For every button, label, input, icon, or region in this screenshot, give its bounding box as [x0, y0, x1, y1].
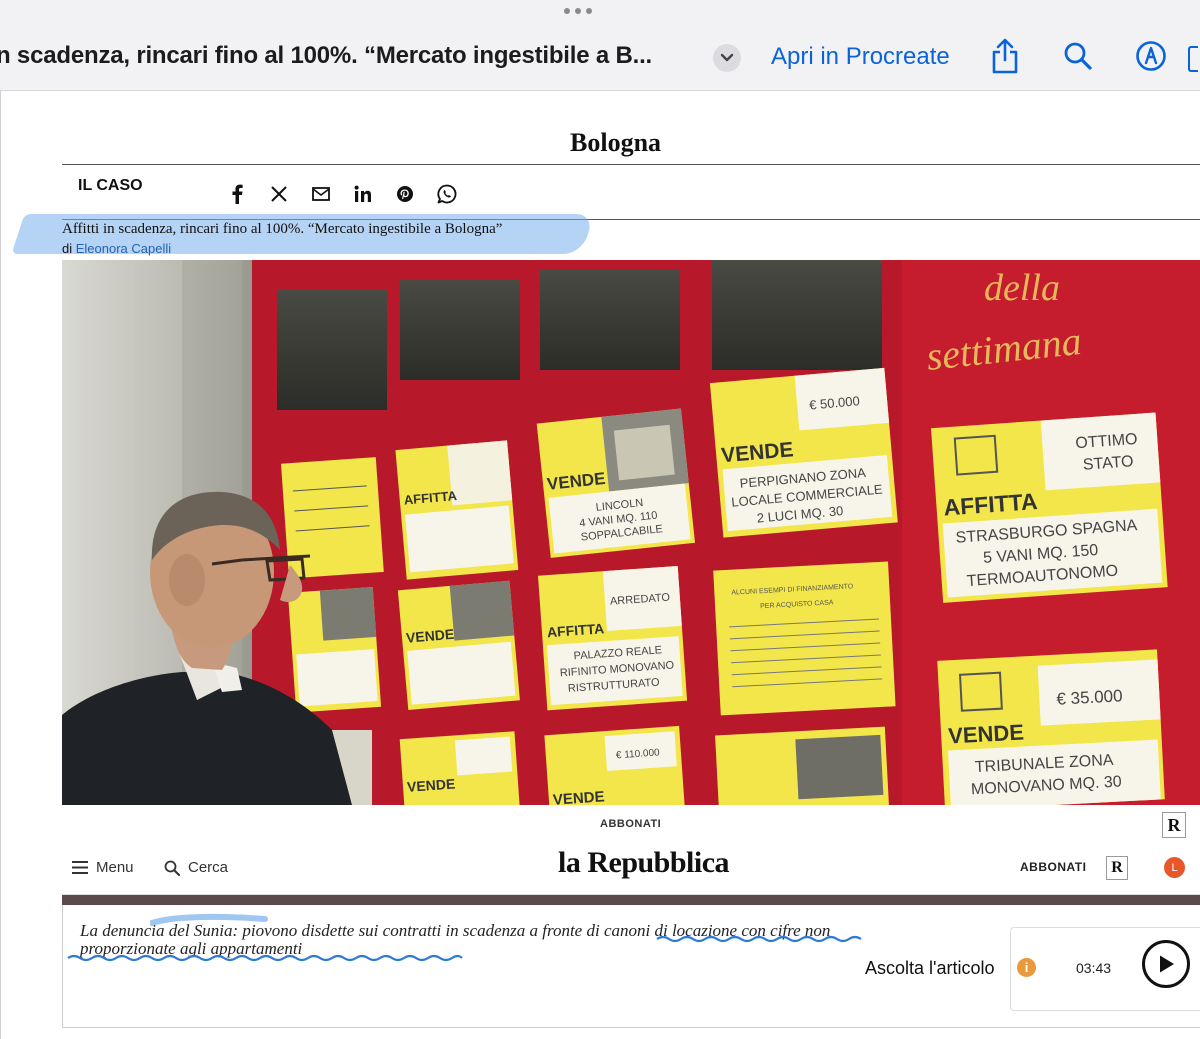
photo-strip	[62, 895, 1200, 905]
sign-text: € 35.000	[1056, 686, 1123, 708]
hamburger-icon	[72, 861, 88, 874]
play-icon	[1160, 955, 1174, 973]
search-button[interactable]: Cerca	[164, 859, 228, 876]
article-headline[interactable]: Affitti in scadenza, rincari fino al 100…	[62, 221, 502, 238]
menu-label: Menu	[96, 859, 134, 876]
share-icon[interactable]	[987, 38, 1023, 74]
app-toolbar: n scadenza, rincari fino al 100%. “Merca…	[0, 0, 1200, 91]
pinterest-icon[interactable]	[394, 183, 416, 205]
whatsapp-icon[interactable]	[436, 183, 458, 205]
more-icon[interactable]	[1188, 46, 1198, 72]
sign-text: della	[984, 267, 1060, 309]
section-title[interactable]: Bologna	[570, 128, 661, 158]
linkedin-icon[interactable]	[352, 183, 374, 205]
email-icon[interactable]	[310, 183, 332, 205]
highlight-squiggle	[150, 913, 268, 926]
subscribe-link[interactable]: ABBONATI	[600, 818, 661, 830]
page-edge	[0, 91, 1, 1039]
byline: di Eleonora Capelli	[62, 241, 171, 256]
open-in-procreate-button[interactable]: Apri in Procreate	[771, 43, 950, 71]
author-link[interactable]: Eleonora Capelli	[76, 241, 171, 256]
byline-prefix: di	[62, 241, 73, 256]
search-label: Cerca	[188, 859, 229, 876]
markup-icon[interactable]	[1133, 38, 1169, 74]
facebook-icon[interactable]	[226, 183, 248, 205]
article-photo: della settimana AFFITTA VENDE LINCOLN 4 …	[62, 260, 1200, 805]
multitasking-dots-icon[interactable]	[564, 8, 592, 14]
sign-text: VENDE	[948, 720, 1025, 749]
repubblica-logo[interactable]: la Repubblica	[558, 846, 730, 880]
search-icon	[164, 860, 180, 876]
sign-text: VENDE	[406, 776, 455, 795]
menu-button[interactable]: Menu	[72, 859, 134, 876]
sign-text: STATO	[1082, 453, 1134, 473]
sign-text: VENDE	[552, 788, 605, 805]
subscribe-button[interactable]: ABBONATI	[1020, 860, 1086, 874]
play-button[interactable]	[1142, 940, 1190, 988]
listen-article-label[interactable]: Ascolta l'articolo	[865, 958, 995, 979]
divider	[62, 164, 1200, 165]
underline-squiggle	[656, 935, 862, 943]
search-icon[interactable]	[1060, 38, 1096, 74]
audio-duration: 03:43	[1076, 960, 1112, 976]
user-avatar[interactable]: L	[1164, 857, 1185, 878]
repubblica-r-logo[interactable]: R	[1162, 812, 1186, 838]
underline-squiggle	[67, 954, 463, 962]
x-icon[interactable]	[268, 183, 290, 205]
article-kicker: IL CASO	[78, 177, 143, 194]
repubblica-r-icon[interactable]: R	[1106, 856, 1128, 880]
info-icon[interactable]: i	[1017, 958, 1036, 977]
document-title[interactable]: n scadenza, rincari fino al 100%. “Merca…	[0, 42, 652, 70]
chevron-down-icon[interactable]	[713, 44, 741, 72]
